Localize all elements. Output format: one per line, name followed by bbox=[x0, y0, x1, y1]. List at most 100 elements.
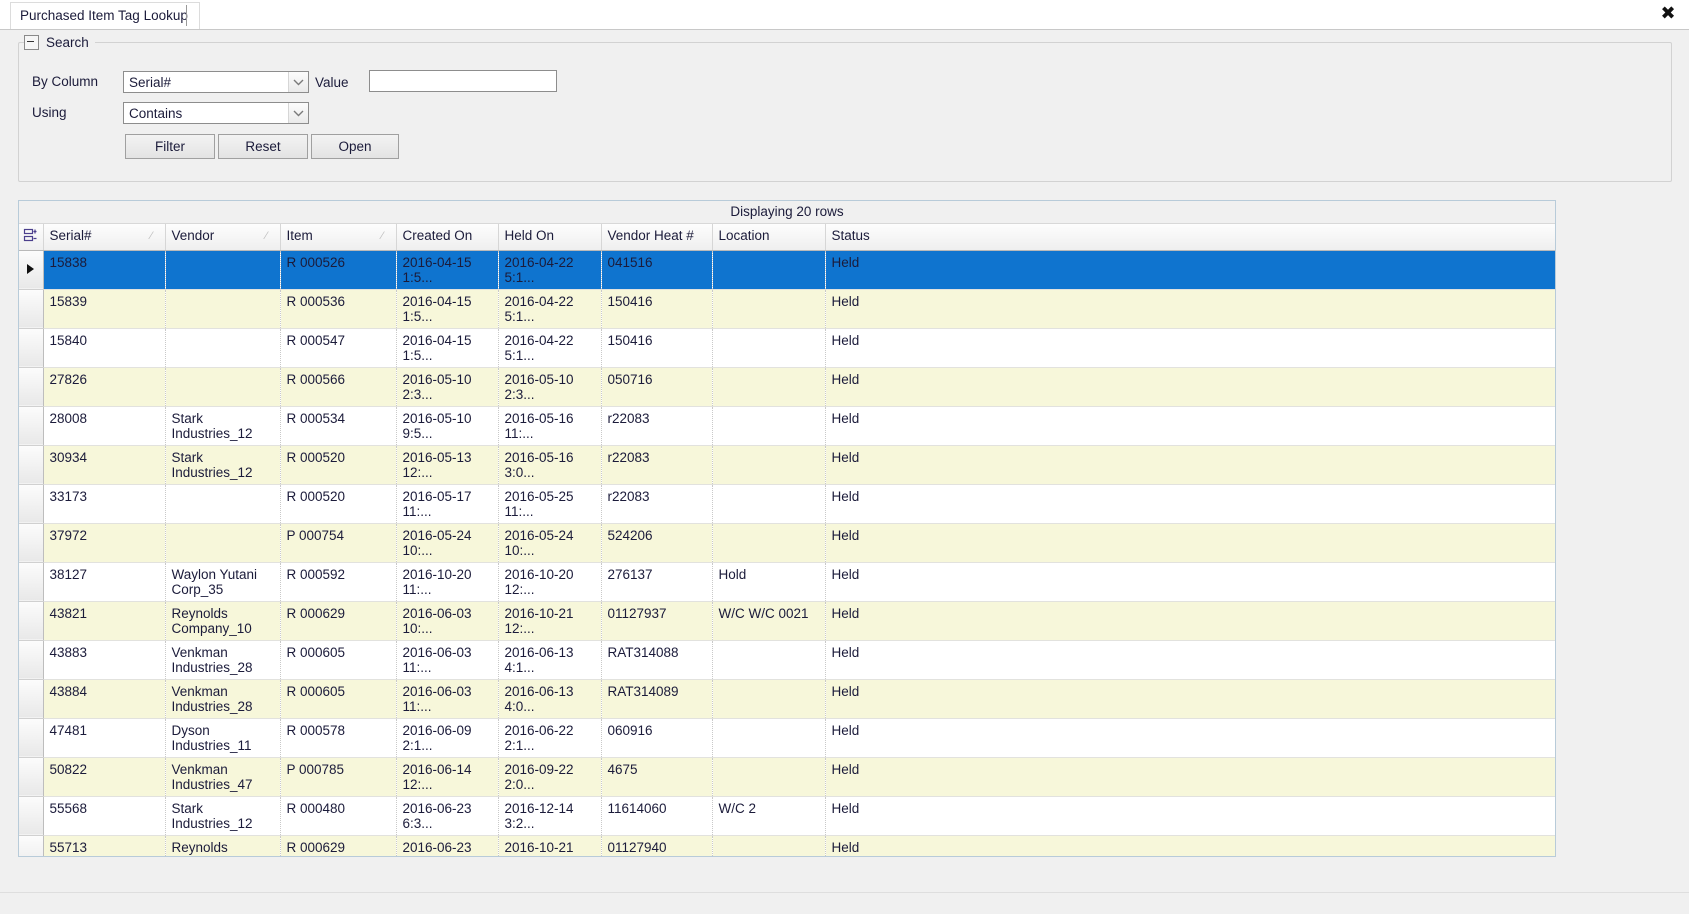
table-row[interactable]: 15838 R 000526 2016-04-15 1:5... 2016-04-22… bbox=[19, 250, 1555, 290]
cell-status[interactable]: Held bbox=[825, 523, 1555, 563]
cell-vendor[interactable] bbox=[165, 523, 281, 563]
chevron-down-icon[interactable] bbox=[288, 72, 308, 92]
column-header-item[interactable]: Item ⁄ bbox=[280, 224, 397, 251]
cell-vendor[interactable]: Venkman Industries_28 bbox=[165, 640, 281, 680]
cell-item[interactable]: P 000785 bbox=[280, 757, 397, 797]
table-row[interactable]: 38127 Waylon Yutani Corp_35 R 000592 2016-1… bbox=[19, 562, 1555, 602]
cell-serial[interactable]: 27826 bbox=[43, 367, 166, 407]
row-selector[interactable] bbox=[19, 757, 44, 797]
cell-item[interactable]: R 000629 bbox=[280, 835, 397, 856]
cell-item[interactable]: R 000526 bbox=[280, 250, 397, 290]
cell-vendor[interactable]: Reynolds Company_10 bbox=[165, 601, 281, 641]
cell-item[interactable]: R 000592 bbox=[280, 562, 397, 602]
chevron-down-icon[interactable] bbox=[288, 103, 308, 123]
cell-status[interactable]: Held bbox=[825, 718, 1555, 758]
row-selector[interactable] bbox=[19, 679, 44, 719]
cell-held[interactable]: 2016-04-22 5:1... bbox=[498, 289, 602, 329]
cell-item[interactable]: R 000520 bbox=[280, 484, 397, 524]
cell-status[interactable]: Held bbox=[825, 289, 1555, 329]
column-header-location[interactable]: Location bbox=[712, 224, 826, 251]
cell-created[interactable]: 2016-05-13 12:... bbox=[396, 445, 499, 485]
cell-item[interactable]: R 000605 bbox=[280, 640, 397, 680]
table-row[interactable]: 33173 R 000520 2016-05-17 11:... 2016-05-25… bbox=[19, 484, 1555, 524]
cell-created[interactable]: 2016-05-17 11:... bbox=[396, 484, 499, 524]
cell-vendor[interactable]: Venkman Industries_28 bbox=[165, 679, 281, 719]
cell-held[interactable]: 2016-10-20 12:... bbox=[498, 562, 602, 602]
table-row[interactable]: 30934 Stark Industries_12 R 000520 2016-05-… bbox=[19, 445, 1555, 485]
close-icon[interactable]: ✖ bbox=[1656, 2, 1680, 26]
cell-item[interactable]: R 000547 bbox=[280, 328, 397, 368]
cell-vendor[interactable] bbox=[165, 250, 281, 290]
cell-held[interactable]: 2016-05-16 11:... bbox=[498, 406, 602, 446]
table-row[interactable]: 43884 Venkman Industries_28 R 000605 2016-0… bbox=[19, 679, 1555, 719]
cell-serial[interactable]: 50822 bbox=[43, 757, 166, 797]
cell-heat[interactable]: 050716 bbox=[601, 367, 713, 407]
cell-serial[interactable]: 37972 bbox=[43, 523, 166, 563]
open-button[interactable]: Open bbox=[311, 134, 399, 159]
row-selector[interactable] bbox=[19, 523, 44, 563]
row-selector[interactable] bbox=[19, 289, 44, 329]
reset-button[interactable]: Reset bbox=[218, 134, 308, 159]
cell-held[interactable]: 2016-06-22 2:1... bbox=[498, 718, 602, 758]
cell-held[interactable]: 2016-06-13 4:0... bbox=[498, 679, 602, 719]
cell-item[interactable]: P 000754 bbox=[280, 523, 397, 563]
column-header-vendor-heat[interactable]: Vendor Heat # bbox=[601, 224, 713, 251]
table-row[interactable]: 15839 R 000536 2016-04-15 1:5... 2016-04-22… bbox=[19, 289, 1555, 329]
row-selector[interactable] bbox=[19, 250, 44, 290]
cell-heat[interactable]: 4675 bbox=[601, 757, 713, 797]
cell-held[interactable]: 2016-10-21 12:... bbox=[498, 835, 602, 856]
filter-button[interactable]: Filter bbox=[125, 134, 215, 159]
cell-vendor[interactable] bbox=[165, 328, 281, 368]
cell-vendor[interactable]: Stark Industries_12 bbox=[165, 445, 281, 485]
cell-location[interactable] bbox=[712, 718, 826, 758]
cell-created[interactable]: 2016-06-09 2:1... bbox=[396, 718, 499, 758]
cell-status[interactable]: Held bbox=[825, 328, 1555, 368]
row-selector[interactable] bbox=[19, 367, 44, 407]
cell-heat[interactable]: 041516 bbox=[601, 250, 713, 290]
cell-vendor[interactable]: Venkman Industries_47 bbox=[165, 757, 281, 797]
cell-status[interactable]: Held bbox=[825, 601, 1555, 641]
cell-held[interactable]: 2016-05-10 2:3... bbox=[498, 367, 602, 407]
sort-indicator-icon[interactable]: ⁄ bbox=[151, 231, 159, 242]
cell-held[interactable]: 2016-04-22 5:1... bbox=[498, 328, 602, 368]
table-row[interactable]: 28008 Stark Industries_12 R 000534 2016-05-… bbox=[19, 406, 1555, 446]
cell-heat[interactable]: 276137 bbox=[601, 562, 713, 602]
cell-serial[interactable]: 30934 bbox=[43, 445, 166, 485]
cell-heat[interactable]: 150416 bbox=[601, 289, 713, 329]
row-selector[interactable] bbox=[19, 406, 44, 446]
table-row[interactable]: 27826 R 000566 2016-05-10 2:3... 2016-05-10… bbox=[19, 367, 1555, 407]
table-row[interactable]: 55568 Stark Industries_12 R 000480 2016-06-… bbox=[19, 796, 1555, 836]
row-selector[interactable] bbox=[19, 601, 44, 641]
table-row[interactable]: 43821 Reynolds Company_10 R 000629 2016-06-… bbox=[19, 601, 1555, 641]
cell-item[interactable]: R 000629 bbox=[280, 601, 397, 641]
row-selector[interactable] bbox=[19, 718, 44, 758]
cell-serial[interactable]: 28008 bbox=[43, 406, 166, 446]
cell-vendor[interactable]: Stark Industries_12 bbox=[165, 406, 281, 446]
cell-held[interactable]: 2016-06-13 4:1... bbox=[498, 640, 602, 680]
cell-location[interactable]: Hold bbox=[712, 562, 826, 602]
cell-vendor[interactable]: Dyson Industries_11 bbox=[165, 718, 281, 758]
cell-vendor[interactable]: Waylon Yutani Corp_35 bbox=[165, 562, 281, 602]
cell-heat[interactable]: r22083 bbox=[601, 484, 713, 524]
cell-vendor[interactable] bbox=[165, 484, 281, 524]
cell-heat[interactable]: 524206 bbox=[601, 523, 713, 563]
cell-location[interactable] bbox=[712, 835, 826, 856]
grid-scroll-area[interactable]: Serial# ⁄ Vendor ⁄ Item ⁄ Created On Hel… bbox=[19, 224, 1555, 856]
cell-location[interactable] bbox=[712, 757, 826, 797]
table-row[interactable]: 50822 Venkman Industries_47 P 000785 2016-0… bbox=[19, 757, 1555, 797]
cell-serial[interactable]: 38127 bbox=[43, 562, 166, 602]
row-selector[interactable] bbox=[19, 484, 44, 524]
cell-heat[interactable]: RAT314089 bbox=[601, 679, 713, 719]
cell-status[interactable]: Held bbox=[825, 679, 1555, 719]
cell-location[interactable] bbox=[712, 523, 826, 563]
cell-serial[interactable]: 43821 bbox=[43, 601, 166, 641]
cell-status[interactable]: Held bbox=[825, 757, 1555, 797]
cell-location[interactable] bbox=[712, 406, 826, 446]
cell-created[interactable]: 2016-06-23 12:... bbox=[396, 835, 499, 856]
cell-location[interactable] bbox=[712, 640, 826, 680]
cell-item[interactable]: R 000520 bbox=[280, 445, 397, 485]
cell-heat[interactable]: 060916 bbox=[601, 718, 713, 758]
cell-heat[interactable]: 11614060 bbox=[601, 796, 713, 836]
cell-serial[interactable]: 43884 bbox=[43, 679, 166, 719]
sort-indicator-icon[interactable]: ⁄ bbox=[266, 231, 274, 242]
